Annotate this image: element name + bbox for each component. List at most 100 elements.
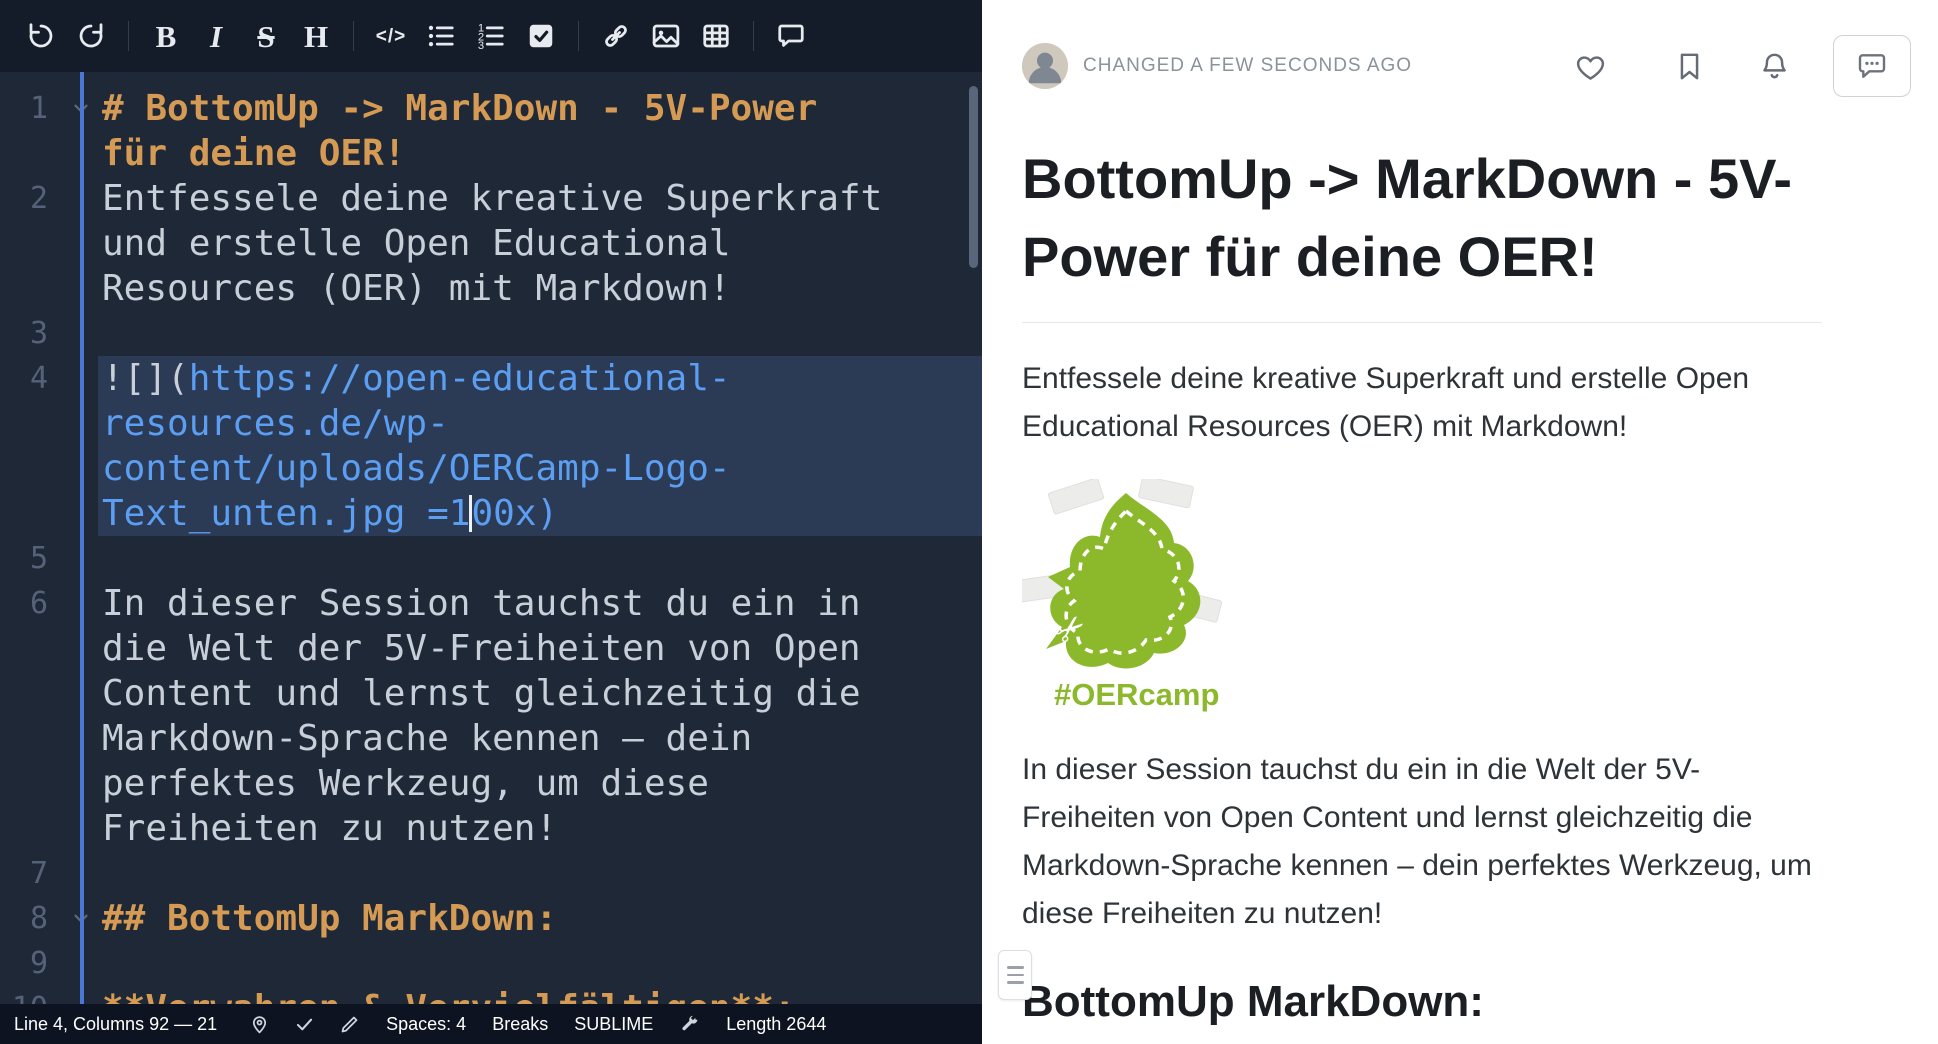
line-number: 3: [0, 311, 64, 356]
line-number: 6: [0, 581, 64, 851]
editor-statusbar: Line 4, Columns 92 — 21 Spaces: 4 Breaks…: [0, 1004, 982, 1044]
editor-line-text[interactable]: [98, 941, 982, 986]
comments-button[interactable]: [1833, 35, 1911, 97]
editor-scrollbar[interactable]: [969, 86, 978, 268]
doc-paragraph-1: Entfessele deine kreative Superkraft und…: [1022, 355, 1822, 451]
doc-length-status: Length 2644: [726, 1014, 826, 1035]
line-number: 8: [0, 896, 64, 941]
table-icon: [701, 21, 731, 51]
doc-subtitle: BottomUp MarkDown:: [1022, 974, 1822, 1044]
brush-icon[interactable]: [339, 1014, 360, 1035]
table-button[interactable]: [691, 10, 741, 62]
toolbar-separator: [578, 21, 579, 51]
rendered-document: BottomUp -> MarkDown - 5V-Power für dein…: [1022, 140, 1822, 1044]
editor-body[interactable]: 1 # BottomUp -> MarkDown - 5V-Power für d…: [0, 72, 982, 1004]
oercamp-flame-icon: ✂ #OERcamp: [1022, 479, 1222, 714]
line-number: 5: [0, 536, 64, 581]
bookmark-icon[interactable]: [1673, 50, 1706, 83]
keymap-setting[interactable]: SUBLIME: [574, 1014, 653, 1035]
app-window: B I SH </> 123 1 # BottomUp -> MarkDown - 5V-…: [0, 0, 1938, 1044]
toolbar-separator: [753, 21, 754, 51]
line-number: 10: [0, 986, 64, 1004]
editor-line-text[interactable]: Entfessele deine kreative Superkraft und…: [98, 176, 982, 311]
comment-icon: [776, 21, 806, 51]
editor-toolbar: B I SH </> 123: [0, 0, 982, 72]
preview-actions: [1574, 35, 1911, 97]
split-drag-handle[interactable]: [998, 950, 1032, 1000]
code-button[interactable]: </>: [366, 10, 416, 62]
check-list-icon: [526, 21, 556, 51]
editor-line-7[interactable]: 7: [0, 851, 982, 896]
line-number: 9: [0, 941, 64, 986]
avatar[interactable]: [1022, 43, 1068, 89]
editor-line-9[interactable]: 9: [0, 941, 982, 986]
comment-button[interactable]: [766, 10, 816, 62]
editor-line-text[interactable]: ## BottomUp MarkDown:: [98, 896, 982, 941]
toolbar-separator: [128, 21, 129, 51]
editor-line-5[interactable]: 5: [0, 536, 982, 581]
bold-icon: B: [156, 21, 177, 52]
bullet-list-button[interactable]: [416, 10, 466, 62]
redo-button[interactable]: [66, 10, 116, 62]
wrench-icon[interactable]: [679, 1014, 700, 1035]
svg-text:3: 3: [478, 40, 484, 51]
editor-line-text[interactable]: [98, 851, 982, 896]
image-button[interactable]: [641, 10, 691, 62]
editor-line-text[interactable]: # BottomUp -> MarkDown - 5V-Power für de…: [98, 86, 982, 176]
heart-icon[interactable]: [1574, 50, 1607, 83]
strikethrough-button[interactable]: S: [241, 10, 291, 62]
preview-pane: CHANGED A FEW SECONDS AGO BottomUp -> Ma…: [982, 0, 1938, 1044]
editor-line-text[interactable]: [98, 311, 982, 356]
numbered-list-button[interactable]: 123: [466, 10, 516, 62]
gutter-divider: [80, 72, 84, 1004]
bell-icon[interactable]: [1758, 50, 1791, 83]
editor-line-4[interactable]: 4![](https://open-educational-resources.…: [0, 356, 982, 536]
editor-line-1[interactable]: 1 # BottomUp -> MarkDown - 5V-Power für d…: [0, 86, 982, 176]
oercamp-logo-image: ✂ #OERcamp: [1022, 479, 1822, 714]
editor-lines: 1 # BottomUp -> MarkDown - 5V-Power für d…: [0, 86, 982, 1004]
link-button[interactable]: [591, 10, 641, 62]
numbered-list-icon: 123: [476, 21, 506, 51]
undo-button[interactable]: [16, 10, 66, 62]
italic-button[interactable]: I: [191, 10, 241, 62]
markdown-editor-pane: B I SH </> 123 1 # BottomUp -> MarkDown - 5V-…: [0, 0, 982, 1044]
line-number: 2: [0, 176, 64, 311]
spaces-setting[interactable]: Spaces: 4: [386, 1014, 466, 1035]
preview-header: CHANGED A FEW SECONDS AGO: [1022, 34, 1938, 98]
doc-title: BottomUp -> MarkDown - 5V-Power für dein…: [1022, 140, 1822, 323]
undo-icon: [26, 21, 56, 51]
last-changed-label: CHANGED A FEW SECONDS AGO: [1083, 55, 1412, 77]
editor-line-2[interactable]: 2 Entfessele deine kreative Superkraft un…: [0, 176, 982, 311]
doc-paragraph-2: In dieser Session tauchst du ein in die …: [1022, 746, 1822, 938]
comment-bubble-icon: [1856, 50, 1888, 82]
toolbar-separator: [353, 21, 354, 51]
editor-line-text[interactable]: In dieser Session tauchst du ein in die …: [98, 581, 982, 851]
code-icon: </>: [376, 27, 406, 46]
heading-icon: H: [304, 21, 328, 52]
editor-line-3[interactable]: 3: [0, 311, 982, 356]
redo-icon: [76, 21, 106, 51]
bullet-list-icon: [426, 21, 456, 51]
linebreaks-setting[interactable]: Breaks: [492, 1014, 548, 1035]
logo-text: #OERcamp: [1054, 677, 1219, 712]
italic-icon: I: [210, 21, 222, 52]
cursor-position-status: Line 4, Columns 92 — 21: [14, 1014, 217, 1035]
location-pin-icon[interactable]: [249, 1014, 270, 1035]
editor-line-text[interactable]: [98, 536, 982, 581]
editor-line-10[interactable]: 10 **Verwahren & Vervielfältigen**:: [0, 986, 982, 1004]
editor-line-text[interactable]: **Verwahren & Vervielfältigen**:: [98, 986, 982, 1004]
status-icon-group: [249, 1014, 360, 1035]
line-number: 4: [0, 356, 64, 536]
link-icon: [601, 21, 631, 51]
check-icon[interactable]: [294, 1014, 315, 1035]
editor-line-text[interactable]: ![](https://open-educational-resources.d…: [98, 356, 982, 536]
check-list-button[interactable]: [516, 10, 566, 62]
line-number: 1: [0, 86, 64, 176]
bold-button[interactable]: B: [141, 10, 191, 62]
line-number: 7: [0, 851, 64, 896]
editor-line-6[interactable]: 6In dieser Session tauchst du ein in die…: [0, 581, 982, 851]
editor-line-8[interactable]: 8 ## BottomUp MarkDown:: [0, 896, 982, 941]
heading-button[interactable]: H: [291, 10, 341, 62]
image-icon: [651, 21, 681, 51]
strikethrough-icon: S: [257, 21, 274, 52]
